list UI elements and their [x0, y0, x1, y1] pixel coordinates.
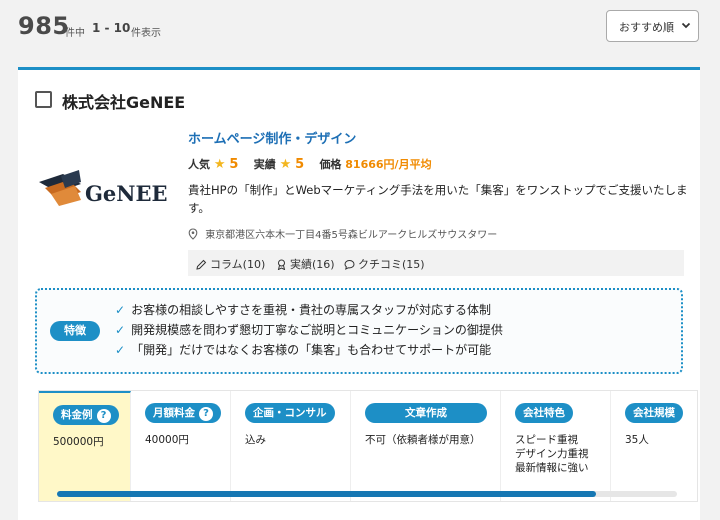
column-link-label: コラム(10)	[210, 258, 266, 271]
pricing-table[interactable]: 料金例? 500000円 月額料金? 40000円 企画・コンサル 込み 文章作…	[38, 390, 698, 502]
feature-text: 開発規模感を問わず懇切丁寧なご説明とコミュニケーションの御提供	[131, 323, 503, 337]
features-label: 特徴	[50, 321, 100, 341]
pricing-column-company-size: 会社規模 35人	[611, 391, 697, 501]
feature-item: ✓ 開発規模感を問わず懇切丁寧なご説明とコミュニケーションの御提供	[115, 321, 503, 341]
horizontal-scrollbar[interactable]	[57, 491, 677, 497]
scrollbar-thumb[interactable]	[57, 491, 597, 497]
check-icon: ✓	[115, 323, 126, 337]
help-icon[interactable]: ?	[199, 407, 213, 421]
pricing-value: 不可（依頼者様が用意）	[365, 434, 481, 446]
column-link[interactable]: コラム(10)	[196, 256, 265, 272]
pricing-value: 込み	[245, 434, 266, 446]
pricing-column-writing: 文章作成 不可（依頼者様が用意）	[351, 391, 501, 501]
check-icon: ✓	[115, 303, 126, 317]
rating-results-label: 実績	[253, 158, 276, 171]
rating-popularity-value: 5	[229, 157, 239, 172]
company-logo[interactable]: GeNEE	[35, 130, 175, 260]
pricing-label: 月額料金?	[145, 403, 221, 423]
pricing-column-price-example: 料金例? 500000円	[39, 391, 131, 501]
award-icon	[277, 259, 286, 271]
results-total-unit: 件中	[65, 28, 85, 39]
pricing-label: 会社特色	[515, 403, 573, 423]
pricing-label: 料金例?	[53, 405, 119, 425]
sort-selected-value: おすすめ順	[619, 21, 674, 34]
pricing-value: スピード重視 デザイン力重視 最新情報に強い	[515, 434, 589, 474]
results-range-unit: 件表示	[131, 28, 161, 39]
features-list: ✓ お客様の相談しやすさを重視・貴社の専属スタッフが対応する体制 ✓ 開発規模感を問…	[115, 301, 503, 361]
rating-popularity-label: 人気	[188, 158, 210, 171]
results-range: 1 - 10	[92, 21, 131, 35]
feature-item: ✓ 「開発」だけではなくお客様の「集客」も合わせてサポートが可能	[115, 341, 503, 361]
speech-bubble-icon	[344, 259, 355, 270]
pricing-value: 35人	[625, 434, 649, 446]
company-description: 貴社HPの「制作」とWebマーケティング手法を用いた「集客」をワンストップでご支…	[188, 183, 688, 215]
feature-item: ✓ お客様の相談しやすさを重視・貴社の専属スタッフが対応する体制	[115, 301, 503, 321]
sort-select[interactable]: おすすめ順	[606, 10, 699, 42]
help-icon[interactable]: ?	[96, 409, 111, 423]
company-card: 株式会社GeNEE GeNEE ホームページ制作・デザイン 人気 ★ 5 実績 …	[18, 67, 700, 520]
company-name[interactable]: 株式会社GeNEE	[62, 89, 185, 113]
reviews-link[interactable]: クチコミ(15)	[344, 256, 425, 272]
pricing-column-monthly: 月額料金? 40000円	[131, 391, 231, 501]
service-title[interactable]: ホームページ制作・デザイン	[188, 128, 356, 147]
pricing-value: 500000円	[53, 436, 104, 448]
pricing-value: 40000円	[145, 434, 189, 446]
features-box: 特徴 ✓ お客様の相談しやすさを重視・貴社の専属スタッフが対応する体制 ✓ 開発規模…	[35, 288, 683, 374]
pricing-label: 企画・コンサル	[245, 403, 335, 423]
logo-mark-icon	[39, 170, 81, 206]
pricing-column-planning: 企画・コンサル 込み	[231, 391, 351, 501]
company-address: 東京都港区六本木一丁目4番5号森ビルアークヒルズサウスタワー	[188, 226, 497, 241]
price-label: 価格	[319, 158, 342, 171]
results-link-label: 実績(16)	[290, 258, 335, 271]
chevron-down-icon	[681, 22, 691, 29]
ratings-row: 人気 ★ 5 実績 ★ 5 価格 81666円/月平均	[188, 156, 432, 172]
pricing-label: 文章作成	[365, 403, 487, 423]
pencil-icon	[196, 259, 207, 270]
address-text: 東京都港区六本木一丁目4番5号森ビルアークヒルズサウスタワー	[205, 230, 498, 241]
results-header: 985 件中 1 - 10 件表示 おすすめ順	[0, 0, 720, 56]
reviews-link-label: クチコミ(15)	[358, 258, 425, 271]
compare-checkbox[interactable]	[35, 91, 52, 108]
rating-results-value: 5	[295, 157, 305, 172]
feature-text: 「開発」だけではなくお客様の「集客」も合わせてサポートが可能	[131, 343, 492, 357]
check-icon: ✓	[115, 343, 126, 357]
results-link[interactable]: 実績(16)	[276, 256, 335, 272]
map-pin-icon	[188, 228, 198, 240]
pricing-column-features: 会社特色 スピード重視 デザイン力重視 最新情報に強い	[501, 391, 611, 501]
company-links: コラム(10) 実績(16) クチコミ(15)	[188, 250, 684, 276]
pricing-label: 会社規模	[625, 403, 683, 423]
feature-text: お客様の相談しやすさを重視・貴社の専属スタッフが対応する体制	[131, 303, 491, 317]
price-value: 81666円/月平均	[345, 158, 432, 171]
logo-text: GeNEE	[85, 181, 168, 206]
results-total: 985	[18, 12, 70, 40]
star-icon: ★	[279, 157, 292, 172]
star-icon: ★	[213, 157, 226, 172]
